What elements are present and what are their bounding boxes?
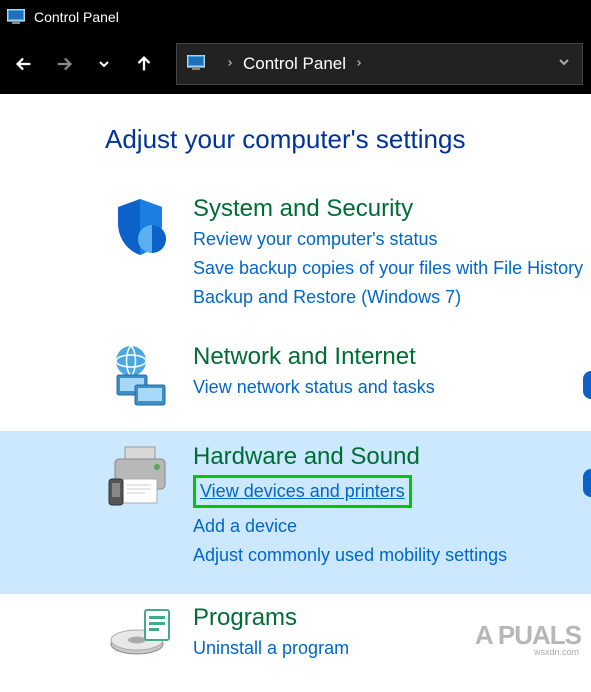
window-title: Control Panel (34, 9, 119, 25)
category-hardware-sound: Hardware and Sound View devices and prin… (0, 431, 591, 595)
link-add-device[interactable]: Add a device (193, 514, 591, 539)
link-view-devices-printers[interactable]: View devices and printers (193, 475, 412, 508)
back-button[interactable] (8, 48, 40, 80)
partial-icon (583, 371, 591, 399)
window-titlebar: Control Panel (0, 0, 591, 34)
chevron-right-icon[interactable] (354, 56, 364, 72)
up-button[interactable] (128, 48, 160, 80)
partial-icon (583, 469, 591, 497)
category-system-security: System and Security Review your computer… (0, 185, 591, 333)
address-bar[interactable]: Control Panel (176, 43, 583, 85)
link-review-status[interactable]: Review your computer's status (193, 227, 591, 252)
forward-button[interactable] (48, 48, 80, 80)
page-title: Adjust your computer's settings (0, 124, 591, 185)
recent-dropdown-button[interactable] (88, 48, 120, 80)
printer-icon (105, 443, 175, 513)
shield-icon (105, 195, 175, 265)
category-title[interactable]: Network and Internet (193, 343, 591, 371)
link-network-status[interactable]: View network status and tasks (193, 375, 591, 400)
link-file-history[interactable]: Save backup copies of your files with Fi… (193, 256, 591, 281)
programs-icon (105, 604, 175, 674)
address-dropdown-button[interactable] (556, 54, 572, 75)
category-network-internet: Network and Internet View network status… (0, 333, 591, 431)
watermark-site: wsxdn.com (534, 647, 579, 657)
link-mobility-settings[interactable]: Adjust commonly used mobility settings (193, 543, 591, 568)
category-title[interactable]: System and Security (193, 195, 591, 223)
navigation-bar: Control Panel (0, 34, 591, 94)
address-location[interactable]: Control Panel (243, 54, 346, 74)
chevron-right-icon[interactable] (225, 56, 235, 72)
control-panel-icon (6, 8, 26, 26)
link-backup-restore[interactable]: Backup and Restore (Windows 7) (193, 285, 591, 310)
content-area: Adjust your computer's settings System a… (0, 94, 591, 692)
control-panel-icon (187, 55, 207, 73)
network-icon (105, 343, 175, 413)
category-title[interactable]: Hardware and Sound (193, 443, 591, 471)
